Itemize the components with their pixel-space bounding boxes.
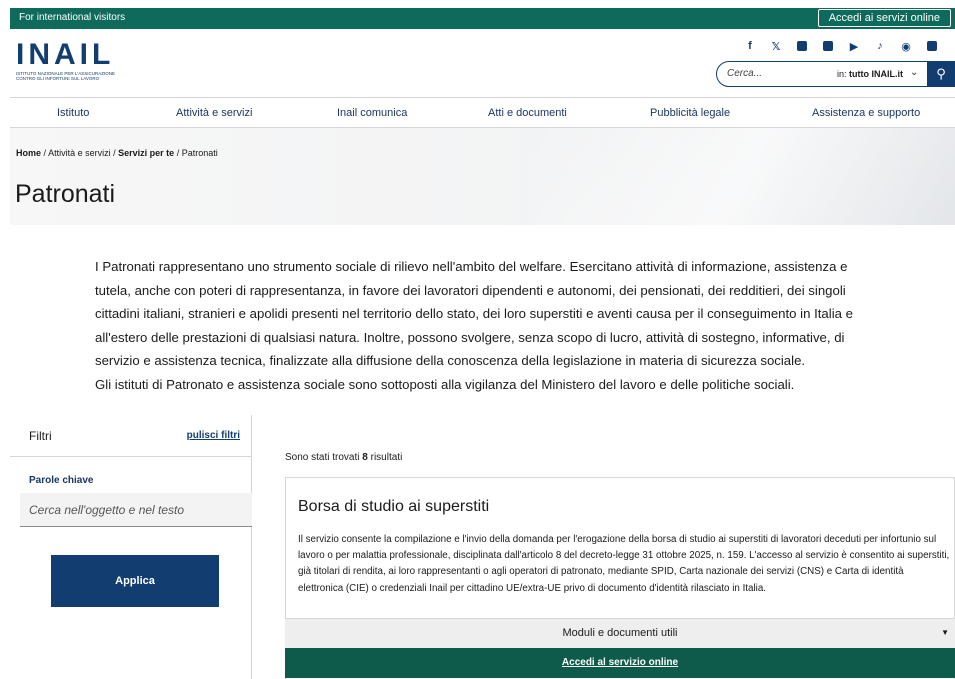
nav-item-pubblicita-legale[interactable]: Pubblicità legale — [650, 107, 730, 119]
intro-paragraph: Gli istituti di Patronato e assistenza s… — [95, 376, 795, 392]
nav-item-istituto[interactable]: Istituto — [57, 107, 89, 119]
rss-icon[interactable] — [919, 40, 945, 54]
search-input[interactable]: Cerca... — [727, 68, 762, 79]
main-nav: Istituto Attività e servizi Inail comuni… — [10, 97, 955, 128]
filters-title: Filtri — [29, 429, 52, 443]
filters-header: Filtri pulisci filtri — [10, 415, 252, 457]
online-services-login-button[interactable]: Accedi ai servizi online — [817, 9, 951, 27]
search-button[interactable]: ⚲ — [927, 61, 955, 87]
breadcrumb-separator: / — [113, 148, 116, 158]
online-service-link[interactable]: Accedi al servizio online — [285, 657, 955, 668]
inail-logo[interactable]: INAIL ISTITUTO NAZIONALE PER L'ASSICURAZ… — [16, 38, 126, 82]
breadcrumb-separator: / — [43, 148, 47, 158]
apply-button[interactable]: Applica — [51, 555, 219, 607]
logo-wordmark: INAIL — [16, 38, 115, 71]
top-bar: For international visitors Accedi ai ser… — [10, 8, 955, 29]
keywords-input[interactable]: Cerca nell'oggetto e nel testo — [20, 493, 252, 527]
logo-subtitle: ISTITUTO NAZIONALE PER L'ASSICURAZIONE C… — [16, 71, 116, 81]
breadcrumb-current: Patronati — [181, 148, 218, 158]
youtube-icon[interactable]: ▶ — [841, 40, 867, 54]
facebook-icon[interactable]: f — [737, 40, 763, 54]
hero-decoration — [535, 128, 955, 225]
social-links: f 𝕏 ▶ ♪ ◉ — [737, 40, 945, 54]
service-card-title: Borsa di studio ai superstiti — [298, 498, 490, 515]
intro-paragraph: I Patronati rappresentano uno strumento … — [95, 259, 853, 368]
service-card: Borsa di studio ai superstiti Il servizi… — [285, 477, 955, 679]
keywords-label: Parole chiave — [29, 475, 94, 486]
breadcrumb-home[interactable]: Home — [16, 148, 41, 158]
page-hero: Home / Attività e servizi / Servizi per … — [10, 128, 955, 225]
documents-accordion[interactable]: Moduli e documenti utili ▼ — [285, 618, 955, 648]
breadcrumb-separator: / — [176, 148, 180, 158]
breadcrumb-servizi-per-te[interactable]: Servizi per te — [118, 148, 174, 158]
page-title: Patronati — [15, 180, 116, 208]
results-count-prefix: Sono stati trovati — [285, 452, 360, 463]
documents-accordion-label: Moduli e documenti utili — [562, 627, 678, 639]
instagram-icon[interactable] — [789, 40, 815, 54]
breadcrumb-attivita-servizi[interactable]: Attività e servizi — [48, 148, 111, 158]
search-scope-value: tutto INAIL.it — [849, 69, 904, 79]
tiktok-icon[interactable]: ♪ — [867, 40, 893, 54]
results-count-suffix: risultati — [370, 452, 403, 463]
linkedin-icon[interactable] — [815, 40, 841, 54]
international-visitors-link[interactable]: For international visitors — [19, 12, 125, 23]
podcast-icon[interactable]: ◉ — [893, 40, 919, 54]
nav-item-assistenza-supporto[interactable]: Assistenza e supporto — [812, 107, 920, 119]
keywords-placeholder: Cerca nell'oggetto e nel testo — [29, 503, 185, 517]
search-scope-select[interactable]: in: tutto INAIL.it — [837, 69, 903, 79]
results-count: Sono stati trovati 8 risultati — [285, 452, 402, 463]
nav-item-attivita-servizi[interactable]: Attività e servizi — [176, 107, 252, 119]
caret-down-icon: ▼ — [941, 628, 949, 637]
chevron-down-icon[interactable]: ⌄ — [910, 67, 918, 78]
nav-item-inail-comunica[interactable]: Inail comunica — [337, 107, 407, 119]
clear-filters-link[interactable]: pulisci filtri — [187, 430, 240, 441]
filters-panel: Filtri pulisci filtri Parole chiave Cerc… — [10, 415, 252, 679]
header: INAIL ISTITUTO NAZIONALE PER L'ASSICURAZ… — [10, 29, 955, 97]
site-search[interactable]: Cerca... in: tutto INAIL.it ⌄ ⚲ — [716, 61, 955, 87]
breadcrumb: Home / Attività e servizi / Servizi per … — [16, 148, 218, 158]
intro-text: I Patronati rappresentano uno strumento … — [95, 255, 865, 396]
online-service-button[interactable]: Accedi al servizio online — [285, 648, 955, 678]
search-icon: ⚲ — [936, 66, 946, 81]
nav-item-atti-documenti[interactable]: Atti e documenti — [488, 107, 567, 119]
results-count-number: 8 — [362, 452, 368, 463]
search-scope-prefix: in: — [837, 69, 847, 79]
service-card-description: Il servizio consente la compilazione e l… — [298, 534, 950, 594]
x-icon[interactable]: 𝕏 — [763, 40, 789, 54]
